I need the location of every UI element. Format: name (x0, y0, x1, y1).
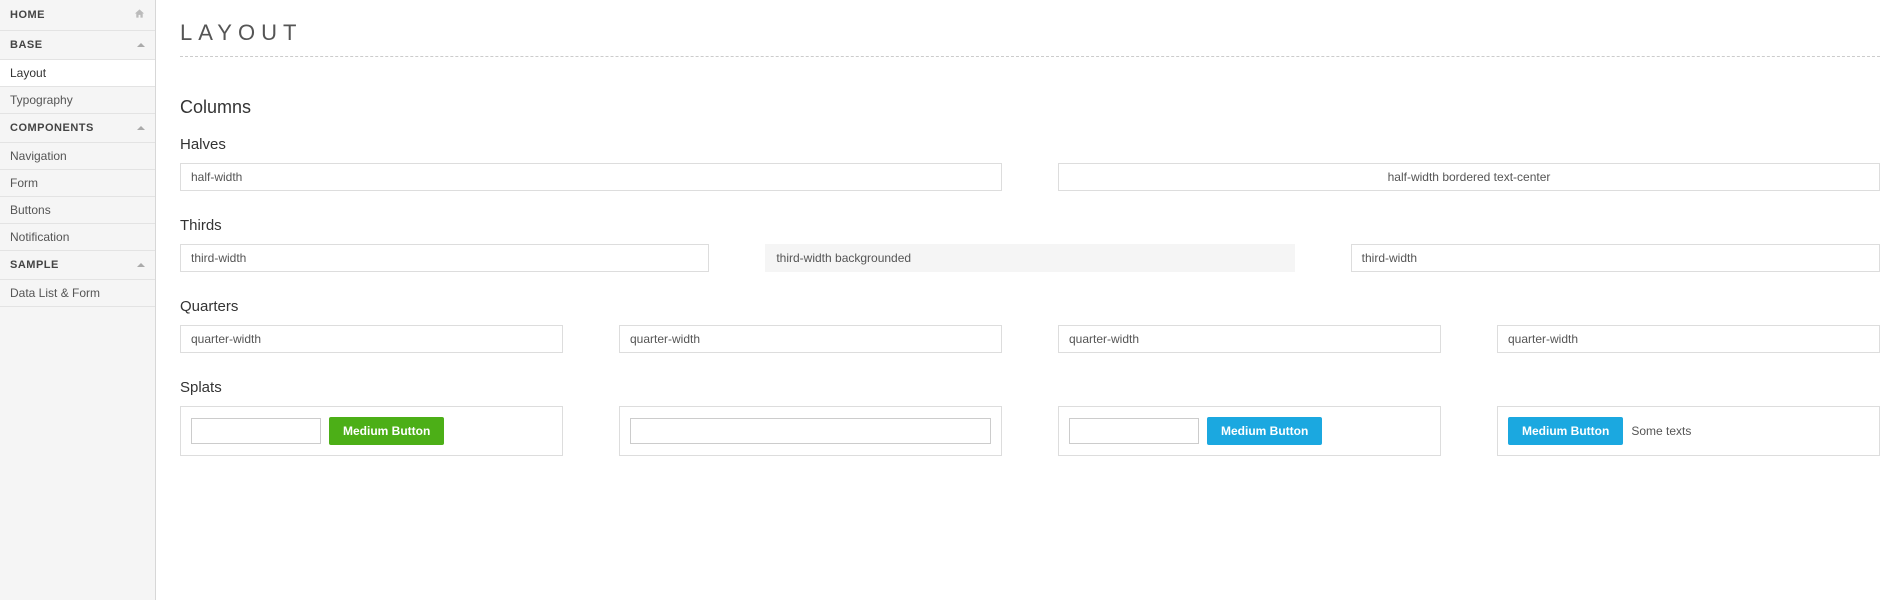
sidebar-item-label: Navigation (10, 149, 67, 163)
medium-button-green[interactable]: Medium Button (329, 417, 444, 445)
splats-row: Medium Button Medium Button Medium Butto… (180, 406, 1880, 456)
quarter-cell-c: quarter-width (1058, 325, 1441, 353)
sidebar-section-sample-label: SAMPLE (10, 259, 59, 271)
splat-text: Some texts (1631, 424, 1691, 438)
thirds-title: Thirds (180, 217, 1880, 234)
splat-input-3[interactable] (1069, 418, 1199, 444)
sidebar-section-base-label: BASE (10, 39, 43, 51)
sidebar-item-label: Typography (10, 93, 73, 107)
splat-cell-1: Medium Button (180, 406, 563, 456)
sidebar-item-navigation[interactable]: Navigation (0, 143, 155, 170)
splat-input-1[interactable] (191, 418, 321, 444)
quarters-title: Quarters (180, 298, 1880, 315)
thirds-row: third-width third-width backgrounded thi… (180, 244, 1880, 272)
section-columns-title: Columns (180, 97, 1880, 118)
quarter-cell-b: quarter-width (619, 325, 1002, 353)
sidebar-section-components-label: COMPONENTS (10, 122, 94, 134)
halves-row: half-width half-width bordered text-cent… (180, 163, 1880, 191)
sidebar-item-notification[interactable]: Notification (0, 224, 155, 251)
splat-cell-4: Medium Button Some texts (1497, 406, 1880, 456)
splat-cell-2 (619, 406, 1002, 456)
home-icon (134, 8, 145, 22)
halves-title: Halves (180, 136, 1880, 153)
sidebar-section-components[interactable]: COMPONENTS (0, 114, 155, 143)
sidebar-item-label: Layout (10, 66, 46, 80)
half-cell-right: half-width bordered text-center (1058, 163, 1880, 191)
sidebar-item-data-list-form[interactable]: Data List & Form (0, 280, 155, 307)
splat-input-2[interactable] (630, 418, 991, 444)
third-cell-a: third-width (180, 244, 709, 272)
chevron-up-icon (137, 126, 145, 130)
sidebar-item-layout[interactable]: Layout (0, 60, 155, 87)
sidebar-item-label: Form (10, 176, 38, 190)
sidebar-home[interactable]: HOME (0, 0, 155, 31)
chevron-up-icon (137, 43, 145, 47)
sidebar-item-label: Data List & Form (10, 286, 100, 300)
main-content: LAYOUT Columns Halves half-width half-wi… (156, 0, 1904, 600)
third-cell-c: third-width (1351, 244, 1880, 272)
third-cell-b: third-width backgrounded (765, 244, 1294, 272)
sidebar-section-base[interactable]: BASE (0, 31, 155, 60)
page-title: LAYOUT (180, 20, 1880, 57)
sidebar-item-label: Notification (10, 230, 69, 244)
quarters-row: quarter-width quarter-width quarter-widt… (180, 325, 1880, 353)
sidebar-item-form[interactable]: Form (0, 170, 155, 197)
splat-cell-3: Medium Button (1058, 406, 1441, 456)
medium-button-blue-1[interactable]: Medium Button (1207, 417, 1322, 445)
medium-button-blue-2[interactable]: Medium Button (1508, 417, 1623, 445)
sidebar: HOME BASE Layout Typography COMPONENTS N… (0, 0, 156, 600)
chevron-up-icon (137, 263, 145, 267)
sidebar-item-buttons[interactable]: Buttons (0, 197, 155, 224)
sidebar-section-sample[interactable]: SAMPLE (0, 251, 155, 280)
sidebar-home-label: HOME (10, 9, 45, 21)
splats-title: Splats (180, 379, 1880, 396)
sidebar-item-typography[interactable]: Typography (0, 87, 155, 114)
half-cell-left: half-width (180, 163, 1002, 191)
quarter-cell-a: quarter-width (180, 325, 563, 353)
quarter-cell-d: quarter-width (1497, 325, 1880, 353)
sidebar-item-label: Buttons (10, 203, 51, 217)
